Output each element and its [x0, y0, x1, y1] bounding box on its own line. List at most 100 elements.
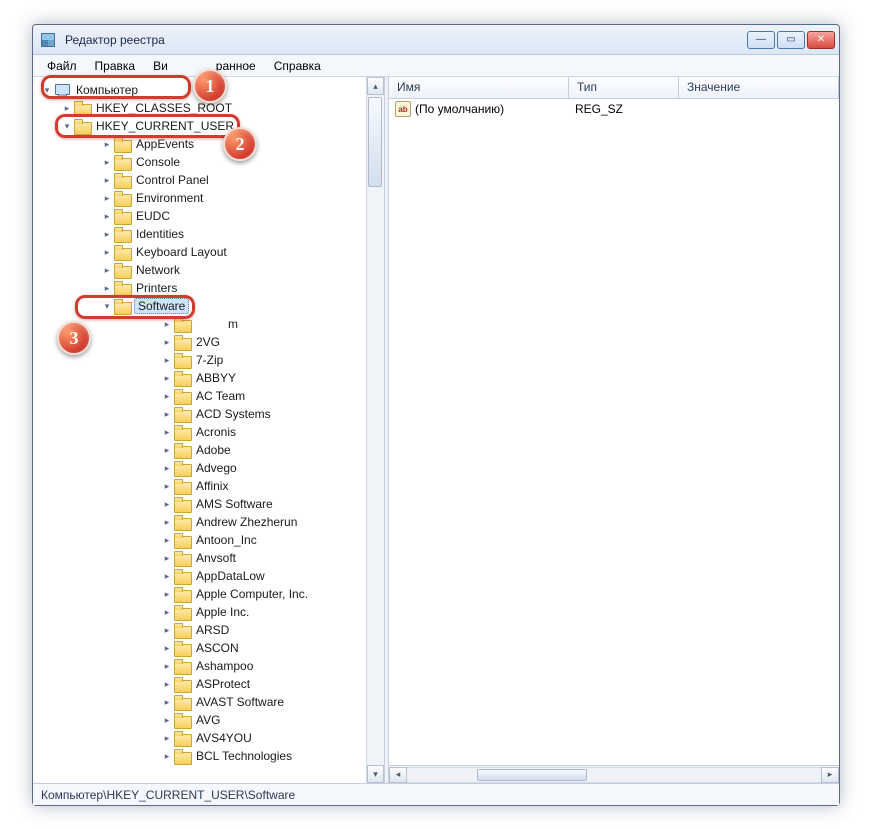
scroll-thumb[interactable]: [368, 97, 382, 187]
scroll-thumb[interactable]: [477, 769, 587, 781]
tree-node[interactable]: ▸Acronis: [161, 423, 382, 441]
tree-node-hkcr[interactable]: ▸ HKEY_CLASSES_ROOT: [61, 99, 382, 117]
expander-icon[interactable]: ▸: [101, 156, 113, 168]
scroll-track[interactable]: [367, 95, 384, 765]
column-value[interactable]: Значение: [679, 77, 839, 98]
tree-node[interactable]: ▸Identities: [101, 225, 382, 243]
tree-vertical-scrollbar[interactable]: ▴ ▾: [366, 77, 384, 783]
tree-node[interactable]: ▸Printers: [101, 279, 382, 297]
values-horizontal-scrollbar[interactable]: ◂ ▸: [389, 765, 839, 783]
tree-node[interactable]: ▸Advego: [161, 459, 382, 477]
expander-icon[interactable]: ▸: [101, 264, 113, 276]
expander-icon[interactable]: ▸: [161, 678, 173, 690]
tree-node[interactable]: ▸BCL Technologies: [161, 747, 382, 765]
tree-node[interactable]: ▸AVS4YOU: [161, 729, 382, 747]
expander-icon[interactable]: ▸: [101, 174, 113, 186]
expander-icon[interactable]: ▸: [161, 534, 173, 546]
expander-icon[interactable]: ▸: [161, 588, 173, 600]
expander-icon[interactable]: ▸: [161, 372, 173, 384]
expander-icon[interactable]: ▸: [101, 210, 113, 222]
tree-node[interactable]: ▸2VG: [161, 333, 382, 351]
maximize-button[interactable]: ▭: [777, 31, 805, 49]
scroll-up-button[interactable]: ▴: [367, 77, 384, 95]
menu-file[interactable]: Файл: [39, 57, 85, 75]
menu-fav-partial-right[interactable]: ранное: [208, 57, 264, 75]
tree-node[interactable]: ▸Apple Inc.: [161, 603, 382, 621]
tree-node[interactable]: ▸ m: [161, 315, 382, 333]
expander-icon[interactable]: ▸: [101, 192, 113, 204]
expander-icon[interactable]: ▸: [161, 624, 173, 636]
tree-node[interactable]: ▸ABBYY: [161, 369, 382, 387]
column-type[interactable]: Тип: [569, 77, 679, 98]
tree-node[interactable]: ▸AppDataLow: [161, 567, 382, 585]
expander-icon[interactable]: ▸: [161, 570, 173, 582]
tree-node[interactable]: ▸ASProtect: [161, 675, 382, 693]
close-button[interactable]: ✕: [807, 31, 835, 49]
values-list[interactable]: ab (По умолчанию) REG_SZ: [389, 99, 839, 765]
expander-icon[interactable]: ▸: [161, 354, 173, 366]
value-row[interactable]: ab (По умолчанию) REG_SZ: [389, 99, 839, 119]
tree-node[interactable]: ▸Adobe: [161, 441, 382, 459]
tree-node[interactable]: ▸Console: [101, 153, 382, 171]
tree-node[interactable]: ▸EUDC: [101, 207, 382, 225]
tree-node[interactable]: ▸Affinix: [161, 477, 382, 495]
scroll-left-button[interactable]: ◂: [389, 767, 407, 783]
tree-node-software[interactable]: ▾ Software: [101, 297, 382, 315]
tree-node[interactable]: ▸AVAST Software: [161, 693, 382, 711]
expander-icon[interactable]: ▸: [161, 390, 173, 402]
expander-icon[interactable]: ▸: [161, 750, 173, 762]
menu-edit[interactable]: Правка: [87, 57, 144, 75]
expander-icon[interactable]: ▸: [161, 462, 173, 474]
expander-icon[interactable]: ▸: [101, 246, 113, 258]
tree-node[interactable]: ▸Ashampoo: [161, 657, 382, 675]
tree-node[interactable]: ▸Antoon_Inc: [161, 531, 382, 549]
titlebar[interactable]: Редактор реестра — ▭ ✕: [33, 25, 839, 55]
expander-icon[interactable]: ▾: [101, 300, 113, 312]
scroll-track[interactable]: [407, 767, 821, 783]
expander-icon[interactable]: ▸: [161, 516, 173, 528]
expander-icon[interactable]: ▸: [161, 480, 173, 492]
expander-icon[interactable]: ▸: [161, 696, 173, 708]
expander-icon[interactable]: ▸: [61, 102, 73, 114]
expander-icon[interactable]: ▸: [161, 714, 173, 726]
tree-node[interactable]: ▸ASCON: [161, 639, 382, 657]
expander-icon[interactable]: ▸: [161, 732, 173, 744]
tree-node[interactable]: ▸ARSD: [161, 621, 382, 639]
scroll-down-button[interactable]: ▾: [367, 765, 384, 783]
column-name[interactable]: Имя: [389, 77, 569, 98]
tree-node[interactable]: ▸AMS Software: [161, 495, 382, 513]
tree-node-computer[interactable]: ▾ Компьютер: [41, 81, 382, 99]
tree-node[interactable]: ▸AppEvents: [101, 135, 382, 153]
tree-node[interactable]: ▸Network: [101, 261, 382, 279]
tree-node[interactable]: ▸Keyboard Layout: [101, 243, 382, 261]
expander-icon[interactable]: ▸: [161, 318, 173, 330]
tree-node-hkcu[interactable]: ▾ HKEY_CURRENT_USER: [61, 117, 382, 135]
expander-icon[interactable]: ▸: [101, 228, 113, 240]
expander-icon[interactable]: ▸: [161, 642, 173, 654]
menu-view-partial-left[interactable]: Ви: [145, 57, 176, 75]
tree-node[interactable]: ▸Andrew Zhezherun: [161, 513, 382, 531]
tree-pane[interactable]: ▾ Компьютер ▸ HKEY_CLASSES_ROOT: [33, 77, 385, 783]
tree-node[interactable]: ▸Control Panel: [101, 171, 382, 189]
tree-node[interactable]: ▸ACD Systems: [161, 405, 382, 423]
tree-node[interactable]: ▸7-Zip: [161, 351, 382, 369]
expander-icon[interactable]: ▸: [101, 138, 113, 150]
expander-icon[interactable]: ▸: [161, 444, 173, 456]
expander-icon[interactable]: ▸: [161, 498, 173, 510]
tree-node[interactable]: ▸AVG: [161, 711, 382, 729]
expander-icon[interactable]: ▸: [161, 336, 173, 348]
expander-icon[interactable]: ▾: [41, 84, 53, 96]
tree-node[interactable]: ▸Apple Computer, Inc.: [161, 585, 382, 603]
expander-icon[interactable]: ▸: [161, 660, 173, 672]
expander-icon[interactable]: ▸: [101, 282, 113, 294]
menu-help[interactable]: Справка: [266, 57, 329, 75]
expander-icon[interactable]: ▸: [161, 552, 173, 564]
tree-node[interactable]: ▸Environment: [101, 189, 382, 207]
tree-node[interactable]: ▸Anvsoft: [161, 549, 382, 567]
scroll-right-button[interactable]: ▸: [821, 767, 839, 783]
tree-node[interactable]: ▸AC Team: [161, 387, 382, 405]
expander-icon[interactable]: ▸: [161, 426, 173, 438]
expander-icon[interactable]: ▾: [61, 120, 73, 132]
expander-icon[interactable]: ▸: [161, 408, 173, 420]
minimize-button[interactable]: —: [747, 31, 775, 49]
